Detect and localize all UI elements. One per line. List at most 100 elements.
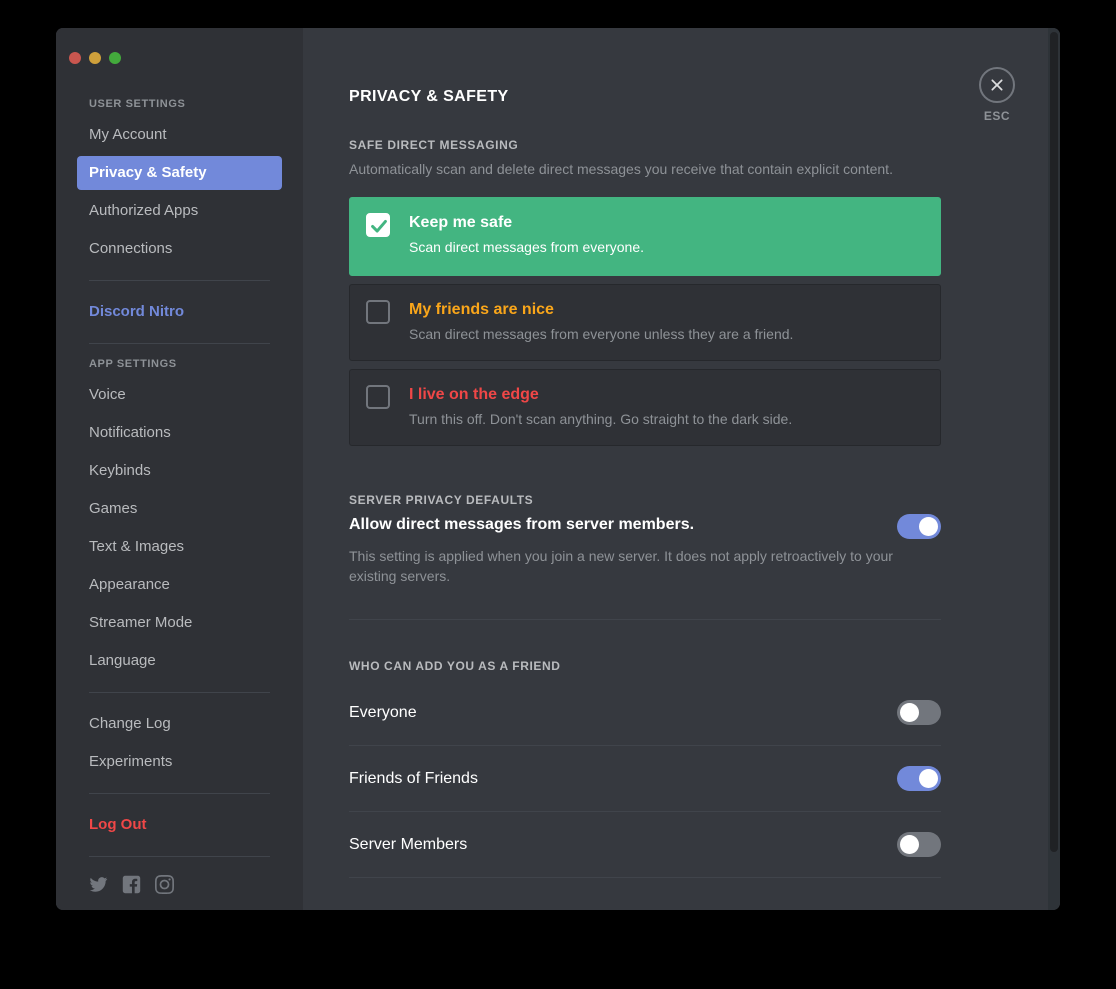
toggle-knob (900, 835, 919, 854)
settings-window: USER SETTINGS My Account Privacy & Safet… (56, 28, 1060, 910)
server-privacy-text: Allow direct messages from server member… (349, 514, 694, 536)
sidebar-item-my-account[interactable]: My Account (77, 118, 282, 152)
sidebar-item-label: Keybinds (89, 462, 151, 479)
friend-toggle-everyone[interactable] (897, 700, 941, 725)
friend-access-header: WHO CAN ADD YOU AS A FRIEND (349, 659, 561, 673)
sidebar-item-label: Games (89, 500, 138, 517)
friend-row-label: Everyone (349, 703, 417, 721)
sidebar-item-label: Privacy & Safety (89, 164, 207, 181)
privacy-safety-panel: PRIVACY & SAFETY SAFE DIRECT MESSAGING A… (303, 28, 1060, 910)
settings-sidebar: USER SETTINGS My Account Privacy & Safet… (56, 28, 303, 910)
sidebar-scroll-area: USER SETTINGS My Account Privacy & Safet… (56, 72, 303, 894)
option-title: My friends are nice (409, 301, 554, 318)
option-subtitle: Turn this off. Don't scan anything. Go s… (409, 411, 793, 427)
sidebar-item-label: Discord Nitro (89, 303, 185, 320)
social-links (56, 871, 303, 894)
sidebar-item-discord-nitro[interactable]: Discord Nitro (77, 295, 282, 329)
sidebar-item-authorized-apps[interactable]: Authorized Apps (77, 194, 282, 228)
friend-row-label: Friends of Friends (349, 769, 478, 787)
sidebar-item-label: Experiments (89, 753, 173, 770)
sidebar-item-connections[interactable]: Connections (77, 232, 282, 266)
sidebar-item-log-out[interactable]: Log Out (77, 808, 282, 842)
sidebar-item-label: Text & Images (89, 538, 185, 555)
safe-dm-option-my-friends-are-nice[interactable]: My friends are nice Scan direct messages… (349, 284, 941, 361)
sidebar-divider-4 (89, 793, 270, 794)
safe-dm-option-keep-me-safe[interactable]: Keep me safe Scan direct messages from e… (349, 197, 941, 276)
friend-row-label: Server Members (349, 835, 468, 853)
friend-toggle-server-members[interactable] (897, 832, 941, 857)
sidebar-divider-5 (89, 856, 270, 857)
option-body: I live on the edge Turn this off. Don't … (409, 384, 924, 429)
close-settings-button[interactable]: ESC (967, 67, 1027, 123)
checkbox-unchecked-icon[interactable] (366, 385, 390, 409)
esc-label: ESC (983, 109, 1011, 123)
sidebar-item-label: Voice (89, 386, 126, 403)
sidebar-item-label: Streamer Mode (89, 614, 193, 631)
sidebar-item-change-log[interactable]: Change Log (77, 707, 282, 741)
sidebar-item-label: My Account (89, 126, 167, 143)
option-subtitle: Scan direct messages from everyone unles… (409, 326, 794, 342)
window-minimize-button[interactable] (89, 52, 101, 64)
nitro-group: Discord Nitro (56, 295, 303, 329)
sidebar-item-privacy-safety[interactable]: Privacy & Safety (77, 156, 282, 190)
user-settings-header: USER SETTINGS (89, 98, 186, 110)
sidebar-item-text-images[interactable]: Text & Images (77, 530, 282, 564)
content-scrollbar-track[interactable] (1048, 28, 1060, 910)
friend-toggle-friends-of-friends[interactable] (897, 766, 941, 791)
sidebar-item-label: Change Log (89, 715, 171, 732)
instagram-icon[interactable] (155, 875, 174, 894)
sidebar-item-label: Authorized Apps (89, 202, 199, 219)
settings-content-wrap: PRIVACY & SAFETY SAFE DIRECT MESSAGING A… (303, 28, 1060, 910)
sidebar-item-streamer-mode[interactable]: Streamer Mode (77, 606, 282, 640)
close-icon[interactable] (979, 67, 1015, 103)
window-traffic-lights (56, 28, 303, 72)
option-title: Keep me safe (409, 214, 513, 231)
sidebar-divider-2 (89, 343, 270, 344)
safe-dm-options: Keep me safe Scan direct messages from e… (349, 197, 941, 446)
server-privacy-label: Allow direct messages from server member… (349, 516, 695, 533)
server-privacy-toggle[interactable] (897, 514, 941, 539)
safe-dm-description: Automatically scan and delete direct mes… (349, 161, 893, 177)
app-settings-group: APP SETTINGS Voice Notifications Keybind… (56, 358, 303, 678)
friend-row-server-members: Server Members (349, 812, 941, 877)
friend-row-friends-of-friends: Friends of Friends (349, 746, 941, 811)
safe-dm-option-i-live-on-the-edge[interactable]: I live on the edge Turn this off. Don't … (349, 369, 941, 446)
toggle-knob (900, 703, 919, 722)
app-settings-header: APP SETTINGS (89, 358, 177, 370)
sidebar-item-label: Language (89, 652, 156, 669)
sidebar-item-notifications[interactable]: Notifications (77, 416, 282, 450)
friend-divider (349, 877, 941, 878)
misc-group: Change Log Experiments (56, 707, 303, 779)
checkbox-checked-icon[interactable] (366, 213, 390, 237)
content-scrollbar-thumb[interactable] (1050, 32, 1058, 852)
sidebar-item-experiments[interactable]: Experiments (77, 745, 282, 779)
sidebar-item-keybinds[interactable]: Keybinds (77, 454, 282, 488)
friend-row-everyone: Everyone (349, 680, 941, 745)
facebook-icon[interactable] (122, 875, 141, 894)
toggle-knob (919, 769, 938, 788)
sidebar-item-games[interactable]: Games (77, 492, 282, 526)
sidebar-item-label: Appearance (89, 576, 170, 593)
server-privacy-note: This setting is applied when you join a … (349, 548, 893, 584)
checkbox-unchecked-icon[interactable] (366, 300, 390, 324)
user-settings-group: USER SETTINGS My Account Privacy & Safet… (56, 98, 303, 266)
window-close-button[interactable] (69, 52, 81, 64)
sidebar-item-language[interactable]: Language (77, 644, 282, 678)
option-body: My friends are nice Scan direct messages… (409, 299, 924, 344)
option-title: I live on the edge (409, 386, 539, 403)
toggle-knob (919, 517, 938, 536)
sidebar-item-voice[interactable]: Voice (77, 378, 282, 412)
option-subtitle: Scan direct messages from everyone. (409, 239, 644, 255)
sidebar-item-label: Notifications (89, 424, 171, 441)
sidebar-item-label: Connections (89, 240, 173, 257)
option-body: Keep me safe Scan direct messages from e… (409, 212, 924, 257)
page-title: PRIVACY & SAFETY (349, 88, 509, 105)
safe-dm-header: SAFE DIRECT MESSAGING (349, 138, 519, 152)
window-maximize-button[interactable] (109, 52, 121, 64)
sidebar-divider-3 (89, 692, 270, 693)
twitter-icon[interactable] (89, 875, 108, 894)
sidebar-item-appearance[interactable]: Appearance (77, 568, 282, 602)
logout-group: Log Out (56, 808, 303, 842)
